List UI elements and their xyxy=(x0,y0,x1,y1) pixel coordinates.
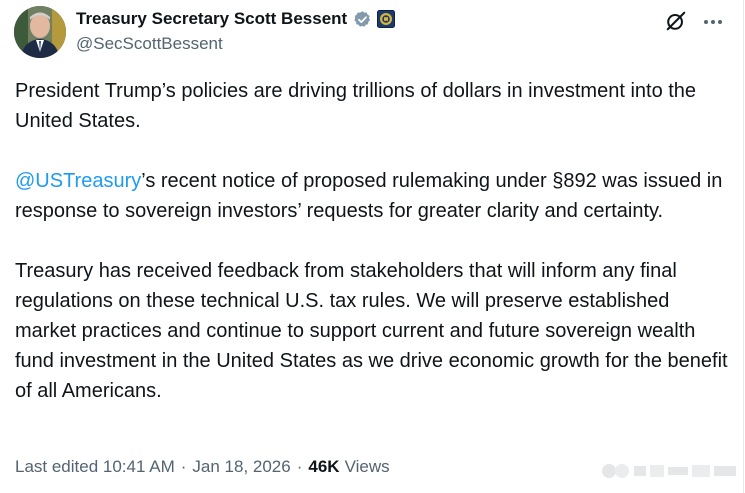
avatar-image xyxy=(14,6,66,58)
post-paragraph: @USTreasury’s recent notice of proposed … xyxy=(15,166,730,226)
post-header: Treasury Secretary Scott Bessent @SecSco… xyxy=(14,6,729,60)
treasury-seal-icon[interactable] xyxy=(377,10,396,28)
grok-icon[interactable] xyxy=(665,10,687,32)
meta-separator: · xyxy=(296,457,303,476)
post-text: President Trump’s policies are driving t… xyxy=(15,76,730,406)
user-handle[interactable]: @SecScottBessent xyxy=(76,34,223,54)
views-label: Views xyxy=(344,457,390,476)
post-metadata: Last edited 10:41 AM · Jan 18, 2026 · 46… xyxy=(15,457,390,477)
mention-link[interactable]: @USTreasury xyxy=(15,170,141,192)
post-paragraph: Treasury has received feedback from stak… xyxy=(15,260,728,402)
avatar[interactable] xyxy=(14,6,66,58)
post-date-link[interactable]: Jan 18, 2026 xyxy=(192,457,290,477)
post-container: Treasury Secretary Scott Bessent @SecSco… xyxy=(0,0,744,493)
edited-time-link[interactable]: Last edited 10:41 AM xyxy=(15,457,175,477)
watermark-image xyxy=(600,462,740,480)
meta-separator: · xyxy=(180,457,187,476)
verified-badge-icon[interactable] xyxy=(353,10,372,29)
display-name[interactable]: Treasury Secretary Scott Bessent xyxy=(76,9,347,29)
more-options-icon[interactable] xyxy=(701,10,725,34)
post-paragraph: President Trump’s policies are driving t… xyxy=(15,80,697,132)
name-row: Treasury Secretary Scott Bessent xyxy=(76,9,396,29)
views-count: 46K xyxy=(308,457,340,476)
